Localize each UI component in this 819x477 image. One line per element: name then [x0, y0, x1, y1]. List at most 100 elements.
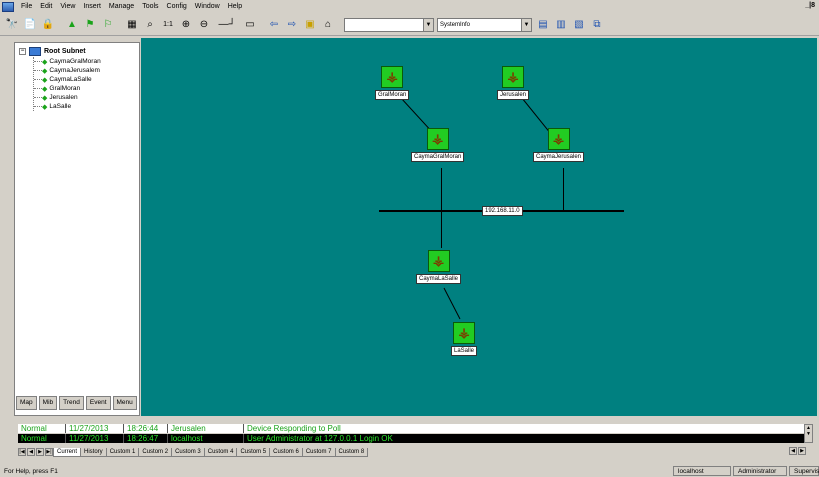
tab-mib[interactable]: Mib — [38, 396, 58, 410]
lock-icon[interactable]: 🔒 — [40, 17, 56, 33]
menu-edit[interactable]: Edit — [36, 0, 56, 14]
tree-item[interactable]: ◆ CaymaLaSalle — [34, 75, 101, 84]
tab-custom-3[interactable]: Custom 3 — [171, 447, 205, 457]
tab-custom-2[interactable]: Custom 2 — [138, 447, 173, 457]
tab-custom-6[interactable]: Custom 6 — [269, 447, 303, 457]
tree-root[interactable]: − Root Subnet — [19, 47, 86, 56]
line-tool-icon[interactable]: —┘ — [214, 17, 240, 33]
menu-bar: File Edit View Insert Manage Tools Confi… — [0, 0, 819, 14]
tree-item[interactable]: ◆ Jerusalen — [34, 93, 101, 102]
tab-event[interactable]: Event — [85, 396, 111, 410]
home-icon[interactable]: ⌂ — [320, 17, 336, 33]
event-message: Device Responding to Poll — [247, 424, 341, 433]
device-icon: ⚶ — [381, 66, 404, 88]
device-node[interactable]: ⚶ Jerusalen — [497, 66, 530, 100]
menu-insert[interactable]: Insert — [79, 0, 105, 14]
menu-tools[interactable]: Tools — [138, 0, 162, 14]
tab-custom-1[interactable]: Custom 1 — [105, 447, 140, 457]
window-controls[interactable]: _|8 — [805, 2, 815, 9]
event-message: User Administrator at 127.0.0.1 Login OK — [247, 434, 393, 443]
zoom-out-icon[interactable]: ⊖ — [196, 17, 212, 33]
status-host: localhost — [673, 466, 731, 476]
tab-menu[interactable]: Menu — [112, 396, 137, 410]
event-scrollbar[interactable]: ▲ ▼ — [804, 424, 813, 443]
chevron-down-icon[interactable]: ▼ — [423, 18, 433, 31]
menu-help[interactable]: Help — [224, 0, 246, 14]
device-node[interactable]: ⚶ CaymaLaSalle — [416, 250, 462, 284]
event-status: Normal — [18, 434, 66, 443]
device-icon: ⚶ — [502, 66, 524, 88]
zoom-in-icon[interactable]: ⊕ — [178, 17, 194, 33]
network-map[interactable]: 192.168.11.0 ⚶ GralMoran ⚶ Jerusalen ⚶ C… — [141, 38, 817, 416]
view-selector[interactable]: SystemInfo ▼ — [437, 17, 532, 32]
tab-trend[interactable]: Trend — [59, 396, 84, 410]
zoom-actual-button[interactable]: 1:1 — [160, 17, 176, 33]
device-icon: ⚶ — [453, 322, 475, 344]
device-node[interactable]: ⚶ LaSalle — [451, 322, 478, 356]
tab-custom-4[interactable]: Custom 4 — [203, 447, 238, 457]
app-icon[interactable] — [2, 2, 14, 12]
prev-tab-icon[interactable]: ◀ — [27, 448, 35, 456]
menu-config[interactable]: Config — [163, 0, 191, 14]
device-node[interactable]: ⚶ CaymaJerusalen — [533, 128, 585, 162]
map-selector[interactable]: ▼ — [344, 17, 434, 32]
first-tab-icon[interactable]: |◀ — [18, 448, 26, 456]
new-map-icon[interactable]: 📄 — [22, 17, 38, 33]
device-node[interactable]: ⚶ CaymaGralMoran — [411, 128, 465, 162]
event-time: 18:26:47 — [124, 434, 168, 443]
scroll-right-icon[interactable]: ▶ — [798, 447, 806, 455]
device-up-icon[interactable]: ⚑ — [82, 17, 98, 33]
tab-history[interactable]: History — [80, 447, 107, 457]
report-icon[interactable]: ▧ — [571, 17, 587, 33]
device-tree-panel: − Root Subnet ◆ CaymaGralMoran ◆ CaymaJeru… — [14, 42, 140, 416]
folder-icon[interactable]: ▣ — [302, 17, 318, 33]
rectangle-tool-icon[interactable]: ▭ — [242, 17, 258, 33]
status-help-text: For Help, press F1 — [4, 467, 58, 475]
event-panel: Normal 11/27/2013 18:26:44 Jerusalen Dev… — [14, 420, 817, 460]
status-user: Administrator — [733, 466, 787, 476]
tab-map[interactable]: Map — [16, 396, 37, 410]
next-tab-icon[interactable]: ▶ — [36, 448, 44, 456]
device-icon: ⚶ — [426, 128, 449, 150]
horizontal-scrollbar[interactable]: ◀ ▶ — [789, 447, 813, 456]
view-selector-value: SystemInfo — [440, 21, 471, 28]
device-down-icon[interactable]: ⚐ — [100, 17, 116, 33]
zoom-icon[interactable]: ⌕ — [142, 17, 158, 33]
menu-manage[interactable]: Manage — [105, 0, 138, 14]
tab-custom-8[interactable]: Custom 8 — [334, 447, 369, 457]
device-icon: ◆ — [42, 94, 48, 102]
network-icon[interactable]: ⧉ — [589, 17, 605, 33]
grid-icon[interactable]: ▦ — [124, 17, 140, 33]
device-label: Jerusalen — [497, 90, 530, 100]
window-icon[interactable]: ▤ — [535, 17, 551, 33]
chevron-down-icon[interactable]: ▼ — [521, 18, 531, 31]
device-icon[interactable]: ▲ — [64, 17, 80, 33]
tree-item[interactable]: ◆ LaSalle — [34, 102, 101, 111]
event-source: localhost — [168, 434, 244, 443]
tab-custom-5[interactable]: Custom 5 — [236, 447, 271, 457]
menu-window[interactable]: Window — [191, 0, 224, 14]
event-time: 18:26:44 — [124, 424, 168, 433]
binoculars-icon[interactable]: 🔭 — [4, 17, 20, 33]
device-node[interactable]: ⚶ GralMoran — [375, 66, 410, 100]
tab-current[interactable]: Current — [53, 447, 82, 457]
collapse-icon[interactable]: − — [19, 48, 26, 55]
menu-file[interactable]: File — [17, 0, 36, 14]
device-label: LaSalle — [451, 346, 478, 356]
event-date: 11/27/2013 — [66, 424, 124, 433]
scroll-left-icon[interactable]: ◀ — [789, 447, 797, 455]
device-icon: ⚶ — [547, 128, 570, 150]
menu-view[interactable]: View — [56, 0, 79, 14]
forward-icon[interactable]: ⇨ — [284, 17, 300, 33]
panel-icon[interactable]: ▥ — [553, 17, 569, 33]
event-status: Normal — [18, 424, 66, 433]
last-tab-icon[interactable]: ▶| — [45, 448, 53, 456]
event-row[interactable]: Normal 11/27/2013 18:26:44 Jerusalen Dev… — [18, 424, 804, 433]
tree-item[interactable]: ◆ GralMoran — [34, 84, 101, 93]
tab-custom-7[interactable]: Custom 7 — [301, 447, 336, 457]
back-icon[interactable]: ⇦ — [266, 17, 282, 33]
device-icon: ⚶ — [427, 250, 450, 272]
event-row[interactable]: Normal 11/27/2013 18:26:47 localhost Use… — [18, 434, 804, 443]
tree-item[interactable]: ◆ CaymaJerusalem — [34, 66, 101, 75]
tree-item[interactable]: ◆ CaymaGralMoran — [34, 57, 101, 66]
